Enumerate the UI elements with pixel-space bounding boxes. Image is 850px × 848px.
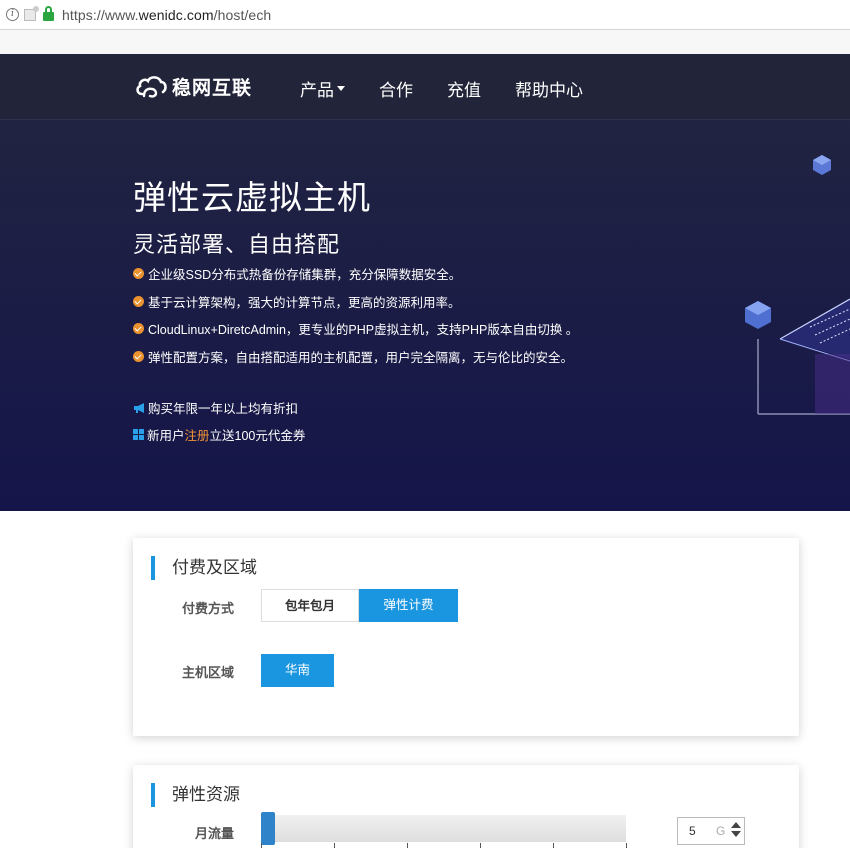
feature-list: 企业级SSD分布式热备份存储集群，充分保障数据安全。 基于云计算架构，强大的计算…	[133, 260, 578, 370]
isometric-cubes-illustration	[745, 155, 850, 415]
host-region-label: 主机区域	[182, 665, 235, 680]
lock-icon	[43, 6, 54, 21]
promo-voucher: 新用户 注册 立送100元代金券	[133, 425, 305, 444]
card-title-resources: 弹性资源	[151, 783, 240, 807]
feature-text: 弹性配置方案，自由搭配适用的主机配置，用户完全隔离，无与伦比的安全。	[148, 350, 574, 365]
nav-item-help-center[interactable]: 帮助中心	[515, 76, 583, 101]
billing-region-card: 付费及区域 付费方式 包年包月 弹性计费 主机区域 华南	[133, 538, 799, 736]
url-text[interactable]: https://www.wenidc.com/host/ech	[62, 7, 271, 23]
number-spinner[interactable]	[730, 819, 742, 843]
chevron-up-icon[interactable]	[731, 822, 741, 828]
slider-tick	[480, 843, 481, 848]
page-top-strip	[0, 30, 850, 54]
hero-section: 稳网互联 产品 合作 充值 帮助中心 弹性云虚拟主机 灵活部署、自由搭配 企业级…	[0, 54, 850, 511]
logo-text: 稳网互联	[172, 77, 253, 99]
hero-title: 弹性云虚拟主机	[133, 179, 371, 216]
traffic-slider-track[interactable]	[261, 815, 626, 842]
promo-voucher-text-after: 立送100元代金券	[209, 429, 306, 443]
feature-text: 基于云计算架构，强大的计算节点，更高的资源利用率。	[148, 295, 461, 310]
nav-item-products[interactable]: 产品	[300, 76, 345, 101]
register-link[interactable]: 注册	[185, 425, 210, 444]
check-circle-icon	[133, 295, 144, 307]
nav-item-cooperation[interactable]: 合作	[379, 76, 413, 101]
slider-tick	[626, 843, 627, 848]
url-host: wenidc.com	[138, 6, 214, 23]
url-prefix: https://www.	[62, 6, 139, 23]
promo-voucher-text-before: 新用户	[147, 429, 185, 443]
check-circle-icon	[133, 268, 144, 280]
promo-discount-text: 购买年限一年以上均有折扣	[148, 402, 299, 416]
feature-item: 基于云计算架构，强大的计算节点，更高的资源利用率。	[133, 288, 578, 316]
slider-tick	[407, 843, 408, 848]
main-nav: 产品 合作 充值 帮助中心	[300, 76, 617, 101]
traffic-number-input[interactable]: 5 G	[677, 817, 745, 845]
site-logo[interactable]: 稳网互联	[134, 72, 252, 100]
traffic-value: 5	[689, 824, 696, 838]
browser-address-bar[interactable]: i https://www.wenidc.com/host/ech	[0, 0, 850, 30]
url-path: /host/ech	[213, 6, 272, 23]
slider-tick	[334, 843, 335, 848]
payment-option-annual-monthly[interactable]: 包年包月	[261, 589, 359, 622]
nav-label-recharge: 充值	[447, 81, 481, 100]
card-title-billing: 付费及区域	[151, 556, 257, 580]
slider-tick	[553, 843, 554, 848]
gift-icon	[133, 429, 144, 440]
check-circle-icon	[133, 350, 144, 362]
payment-method-label: 付费方式	[182, 601, 235, 616]
hero-subtitle: 灵活部署、自由搭配	[133, 232, 341, 257]
feature-item: 企业级SSD分布式热备份存储集群，充分保障数据安全。	[133, 260, 578, 288]
cloud-logo-icon	[136, 76, 167, 98]
feature-text: CloudLinux+DiretcAdmin，更专业的PHP虚拟主机，支持PHP…	[148, 323, 579, 338]
nav-label-cooperation: 合作	[379, 81, 413, 100]
page-icon	[24, 5, 39, 21]
monthly-traffic-label: 月流量	[195, 826, 235, 841]
feature-item: CloudLinux+DiretcAdmin，更专业的PHP虚拟主机，支持PHP…	[133, 315, 578, 343]
check-circle-icon	[133, 323, 144, 335]
chevron-down-icon	[337, 86, 345, 91]
site-header: 稳网互联 产品 合作 充值 帮助中心	[0, 54, 850, 120]
chevron-down-icon[interactable]	[731, 831, 741, 837]
promo-discount: 购买年限一年以上均有折扣	[133, 398, 298, 417]
traffic-unit: G	[716, 824, 726, 838]
nav-item-recharge[interactable]: 充值	[447, 76, 481, 101]
elastic-resource-card: 弹性资源 月流量 5 G	[133, 765, 799, 848]
feature-text: 企业级SSD分布式热备份存储集群，充分保障数据安全。	[148, 268, 462, 283]
region-option-south-china[interactable]: 华南	[261, 654, 334, 687]
nav-label-products: 产品	[300, 81, 334, 100]
nav-label-help-center: 帮助中心	[515, 81, 583, 100]
payment-option-elastic-billing[interactable]: 弹性计费	[359, 589, 458, 622]
traffic-slider-handle[interactable]	[261, 812, 275, 845]
megaphone-icon	[134, 402, 144, 413]
slider-ticks	[261, 843, 627, 848]
feature-item: 弹性配置方案，自由搭配适用的主机配置，用户完全隔离，无与伦比的安全。	[133, 343, 578, 371]
info-icon[interactable]: i	[6, 8, 19, 21]
slider-tick	[261, 843, 262, 848]
